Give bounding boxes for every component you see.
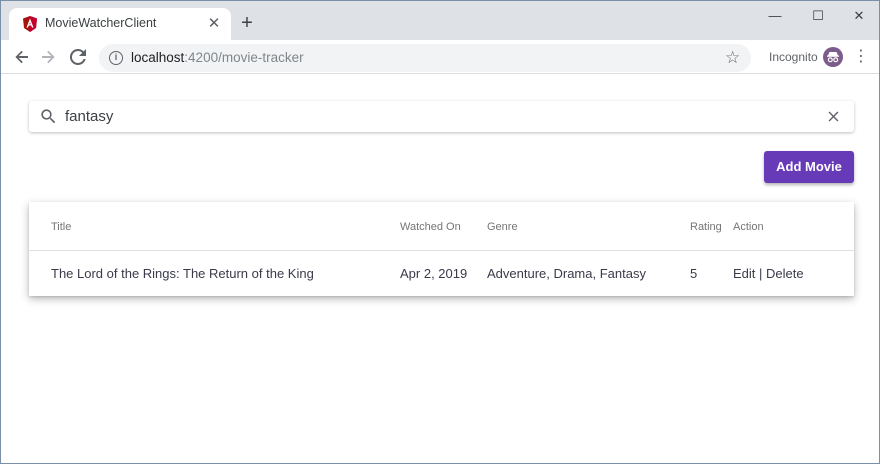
cell-genre: Adventure, Drama, Fantasy xyxy=(487,266,646,281)
table-header: Title Watched On Genre Rating Action xyxy=(29,202,854,251)
minimize-button[interactable]: — xyxy=(755,1,795,31)
cell-action: Edit | Delete xyxy=(733,266,804,281)
header-title[interactable]: Title xyxy=(51,221,71,233)
tab-title: MovieWatcherClient xyxy=(45,16,157,30)
movie-table: Title Watched On Genre Rating Action The… xyxy=(29,202,854,296)
search-icon xyxy=(41,109,56,124)
browser-menu-icon[interactable]: ⋮ xyxy=(853,46,869,68)
edit-link[interactable]: Edit xyxy=(733,266,755,281)
page-content: Add Movie Title Watched On Genre Rating … xyxy=(1,75,879,463)
header-watched-on[interactable]: Watched On xyxy=(400,221,461,233)
search-input[interactable] xyxy=(65,106,765,126)
tab-strip: MovieWatcherClient ✕ + — ☐ ✕ xyxy=(1,1,879,40)
cell-watched-on: Apr 2, 2019 xyxy=(400,266,468,281)
angular-icon xyxy=(23,16,37,32)
close-icon[interactable] xyxy=(825,108,842,125)
tab-moviewatcher[interactable]: MovieWatcherClient ✕ xyxy=(9,8,231,40)
cell-title: The Lord of the Rings: The Return of the… xyxy=(51,266,314,281)
url-path: :4200/movie-tracker xyxy=(184,50,304,65)
url-text: localhost:4200/movie-tracker xyxy=(131,50,304,65)
info-icon[interactable]: i xyxy=(109,51,123,65)
new-tab-button[interactable]: + xyxy=(237,13,257,33)
header-action: Action xyxy=(733,221,764,233)
incognito-icon[interactable] xyxy=(823,47,843,67)
delete-link[interactable]: Delete xyxy=(766,266,804,281)
add-movie-button[interactable]: Add Movie xyxy=(764,151,854,183)
forward-arrow-icon[interactable] xyxy=(35,44,61,70)
reload-icon[interactable] xyxy=(65,44,91,70)
incognito-label: Incognito xyxy=(769,50,818,64)
search-bar xyxy=(29,101,854,132)
header-rating[interactable]: Rating xyxy=(690,221,722,233)
header-genre[interactable]: Genre xyxy=(487,221,518,233)
close-window-button[interactable]: ✕ xyxy=(839,1,879,31)
cell-rating: 5 xyxy=(690,266,698,281)
action-separator: | xyxy=(759,266,763,281)
address-bar[interactable]: i localhost:4200/movie-tracker ☆ xyxy=(99,44,751,72)
tab-close-icon[interactable]: ✕ xyxy=(205,15,223,33)
browser-window: MovieWatcherClient ✕ + — ☐ ✕ i localhost… xyxy=(0,0,880,464)
maximize-button[interactable]: ☐ xyxy=(798,1,838,31)
url-host: localhost xyxy=(131,50,185,65)
table-row: The Lord of the Rings: The Return of the… xyxy=(29,251,854,296)
back-arrow-icon[interactable] xyxy=(9,44,35,70)
browser-toolbar: i localhost:4200/movie-tracker ☆ Incogni… xyxy=(1,40,879,74)
bookmark-star-icon[interactable]: ☆ xyxy=(725,48,740,68)
